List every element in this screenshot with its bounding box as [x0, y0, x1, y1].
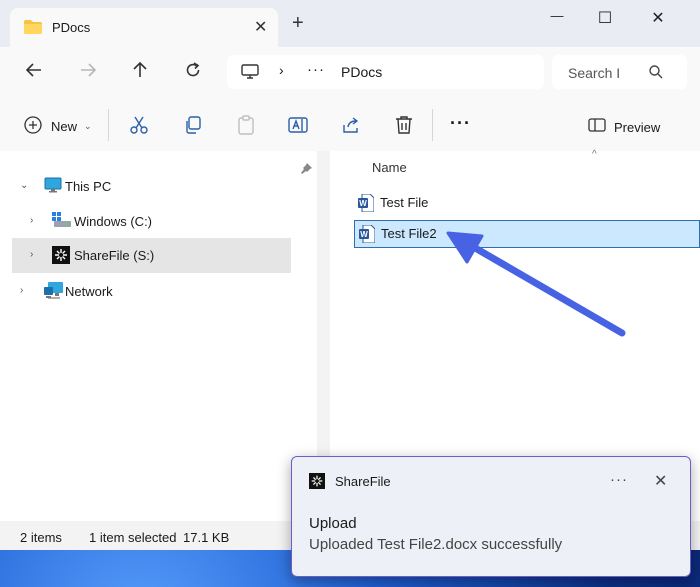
sort-ascending-icon: ^	[592, 149, 597, 160]
tree-item-label: Windows (C:)	[74, 214, 153, 229]
word-doc-icon: W	[359, 224, 376, 246]
sharefile-toast-notification[interactable]: ShareFile ··· ✕ Upload Uploaded Test Fil…	[291, 456, 691, 577]
tree-item-network[interactable]: › Network	[12, 274, 291, 309]
chevron-right-icon[interactable]: ›	[30, 215, 33, 226]
svg-text:W: W	[359, 199, 367, 208]
new-chevron-down-icon[interactable]: ⌄	[84, 121, 92, 132]
maximize-button[interactable]: ☐	[582, 8, 628, 30]
chevron-down-icon[interactable]: ⌄	[20, 180, 28, 191]
new-button[interactable]: New	[51, 119, 77, 134]
up-arrow-icon	[133, 61, 147, 77]
more-options-button[interactable]: ···	[450, 113, 471, 134]
tree-item-label: Network	[65, 284, 113, 299]
back-arrow-icon	[25, 63, 41, 77]
close-window-button[interactable]: ✕	[635, 8, 681, 30]
search-icon	[648, 64, 664, 83]
file-row-test-file[interactable]: W Test File	[354, 190, 698, 216]
toast-title: Upload	[309, 515, 357, 532]
cut-icon[interactable]	[129, 115, 149, 138]
column-header-name[interactable]: Name	[372, 160, 407, 175]
breadcrumb-pdocs[interactable]: PDocs	[341, 64, 382, 80]
search-box[interactable]: Search I	[552, 55, 687, 89]
search-placeholder: Search I	[568, 65, 621, 81]
minimize-button[interactable]: —	[534, 8, 580, 30]
word-doc-icon: W	[358, 193, 375, 215]
refresh-icon	[186, 62, 200, 77]
forward-arrow-icon	[81, 63, 97, 77]
status-size: 17.1 KB	[183, 530, 230, 545]
up-button[interactable]	[128, 61, 152, 85]
back-button[interactable]	[22, 61, 46, 85]
copy-icon[interactable]	[183, 115, 203, 138]
file-name: Test File	[380, 195, 429, 210]
status-selection: 1 item selected	[89, 530, 177, 545]
forward-button[interactable]	[76, 61, 100, 85]
windows-drive-icon	[52, 212, 72, 231]
pin-icon[interactable]	[301, 163, 312, 177]
toolbar-divider	[432, 109, 433, 141]
tree-item-label: ShareFile (S:)	[74, 248, 155, 263]
sharefile-logo-icon	[309, 473, 325, 492]
sharefile-drive-icon	[52, 246, 70, 267]
new-icon[interactable]	[24, 116, 42, 137]
status-item-count: 2 items	[20, 530, 62, 545]
network-icon	[44, 282, 64, 303]
delete-icon[interactable]	[394, 115, 414, 138]
folder-icon	[24, 20, 42, 37]
file-row-test-file2[interactable]: W Test File2	[354, 220, 700, 248]
navigation-bar: › ··· PDocs Search I	[0, 47, 700, 99]
tree-item-this-pc[interactable]: ⌄ This PC	[12, 169, 291, 204]
toast-close-button[interactable]: ✕	[654, 471, 667, 491]
new-tab-button[interactable]: +	[292, 12, 304, 35]
toast-more-button[interactable]: ···	[610, 471, 628, 488]
tab-close-icon[interactable]: ✕	[254, 17, 267, 37]
refresh-button[interactable]	[181, 61, 205, 85]
preview-button[interactable]: Preview	[614, 120, 660, 135]
tree-item-label: This PC	[65, 179, 112, 194]
toast-app-name: ShareFile	[335, 474, 391, 489]
svg-text:W: W	[360, 230, 368, 239]
computer-icon	[241, 64, 259, 83]
tree-item-sharefile-s[interactable]: › ShareFile (S:)	[12, 238, 291, 273]
rename-icon[interactable]	[288, 115, 308, 138]
tree-item-windows-c[interactable]: › Windows (C:)	[12, 204, 291, 239]
toast-message: Uploaded Test File2.docx successfully	[309, 536, 563, 553]
share-icon[interactable]	[341, 115, 361, 138]
tab-pdocs[interactable]: PDocs ✕	[10, 8, 278, 47]
chevron-right-icon[interactable]: ›	[30, 249, 33, 260]
file-name: Test File2	[381, 226, 437, 241]
title-bar: PDocs ✕ + — ☐ ✕	[0, 0, 700, 47]
toolbar-divider	[108, 109, 109, 141]
preview-pane-icon[interactable]	[588, 118, 606, 135]
tab-title: PDocs	[52, 20, 91, 35]
paste-icon[interactable]	[236, 115, 256, 138]
breadcrumb-overflow-button[interactable]: ···	[307, 61, 325, 78]
navigation-pane: ⌄ This PC › Windows (C:) › ShareFile (S:…	[0, 151, 317, 521]
chevron-right-icon[interactable]: ›	[20, 285, 23, 296]
command-bar: New ⌄ ··· Preview	[0, 99, 700, 152]
monitor-icon	[44, 177, 62, 196]
breadcrumb-chevron-icon[interactable]: ›	[279, 62, 284, 78]
address-bar[interactable]: › ··· PDocs	[227, 55, 544, 89]
